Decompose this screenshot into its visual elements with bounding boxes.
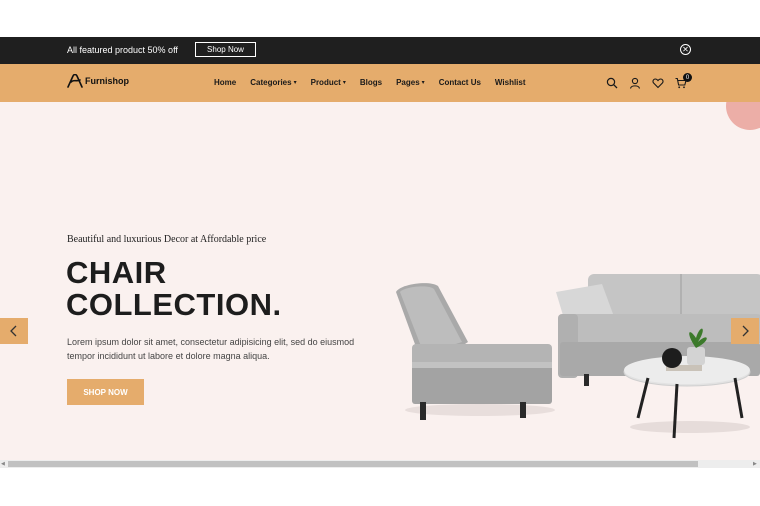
nav-item-pages[interactable]: Pages ▾	[396, 78, 425, 87]
close-icon[interactable]: ✕	[680, 44, 691, 55]
nav-item-wishlist[interactable]: Wishlist	[495, 78, 526, 87]
headline-line-2: COLLECTION.	[66, 287, 282, 322]
heart-icon[interactable]	[652, 76, 664, 89]
nav-item-label: Categories	[250, 78, 292, 87]
main-navbar: Furnishop Home Categories ▾ Product ▾ Blog…	[0, 64, 760, 102]
nav-item-label: Home	[214, 78, 237, 87]
shop-now-cta-button[interactable]: SHOP NOW	[67, 379, 144, 405]
chevron-down-icon: ▾	[293, 80, 297, 86]
shop-now-button[interactable]: Shop Now	[195, 42, 256, 57]
nav-item-categories[interactable]: Categories ▾	[250, 78, 296, 87]
nav-item-label: Blogs	[359, 78, 383, 87]
header-actions: 0	[606, 73, 692, 89]
scrollbar-thumb[interactable]	[8, 461, 698, 467]
nav-item-contact[interactable]: Contact Us	[439, 78, 481, 87]
announcement-bar: All featured product 50% off Shop Now ✕	[0, 37, 760, 64]
search-icon[interactable]	[606, 76, 618, 89]
nav-item-label: Pages	[396, 78, 420, 87]
hero-description: Lorem ipsum dolor sit amet, consectetur …	[67, 337, 355, 361]
nav-item-label: Wishlist	[494, 78, 526, 87]
hero-tagline: Beautiful and luxurious Decor at Afforda…	[67, 234, 267, 245]
hero-headline: CHAIR COLLECTION.	[66, 257, 282, 321]
prev-slide-arrow[interactable]	[0, 318, 28, 344]
logo-icon	[67, 74, 83, 88]
cart-icon[interactable]: 0	[675, 73, 692, 89]
user-icon[interactable]	[629, 76, 641, 89]
hero-banner: Beautiful and luxurious Decor at Afforda…	[0, 102, 760, 460]
chevron-down-icon: ▾	[421, 80, 425, 86]
nav-item-label: Contact Us	[438, 78, 481, 87]
nav-item-home[interactable]: Home	[214, 78, 236, 87]
brand-name: Furnishop	[85, 76, 129, 86]
decorative-circle	[726, 102, 760, 130]
chevron-down-icon: ▾	[342, 80, 346, 86]
horizontal-scrollbar[interactable]: ◀ ▶	[0, 460, 760, 468]
brand-logo[interactable]: Furnishop	[67, 74, 129, 88]
furniture-image	[396, 274, 760, 439]
next-slide-arrow[interactable]	[731, 318, 759, 344]
announcement-text: All featured product 50% off	[67, 45, 178, 55]
headline-line-1: CHAIR	[66, 255, 167, 290]
nav-item-label: Product	[310, 78, 341, 87]
cart-count-badge: 0	[683, 73, 692, 82]
chevron-left-icon	[10, 325, 17, 337]
scroll-right-icon[interactable]: ▶	[753, 460, 757, 468]
nav-menu: Home Categories ▾ Product ▾ Blogs Pages ▾ C…	[214, 78, 540, 87]
scroll-left-icon[interactable]: ◀	[1, 460, 5, 468]
chevron-right-icon	[742, 325, 749, 337]
nav-item-blogs[interactable]: Blogs	[360, 78, 382, 87]
nav-item-product[interactable]: Product ▾	[311, 78, 346, 87]
